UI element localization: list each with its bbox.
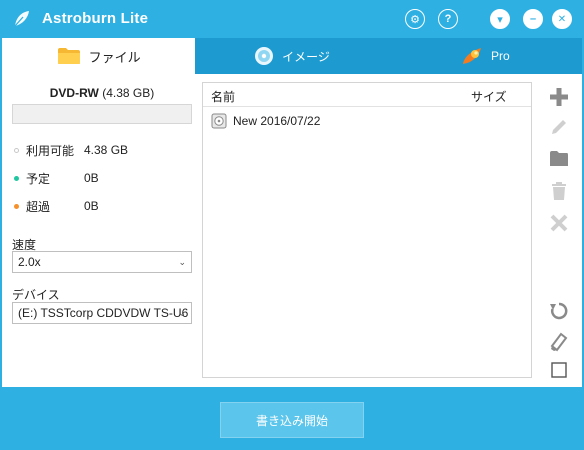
erase-button[interactable]	[546, 329, 572, 355]
device-label: デバイス	[12, 288, 60, 302]
remove-button[interactable]	[546, 210, 572, 236]
settings-button[interactable]: ⚙	[405, 9, 425, 29]
chevron-down-icon: ⌄	[178, 257, 186, 267]
device-select[interactable]: (E:) TSSTcorp CDDVDW TS-U6 ⌄	[12, 302, 192, 324]
close-icon: ✕	[557, 13, 567, 25]
help-icon: ?	[444, 13, 452, 25]
refresh-button[interactable]	[546, 298, 572, 324]
available-value: 4.38 GB	[84, 143, 129, 157]
pencil-icon	[552, 120, 566, 134]
disc-info: DVD-RW (4.38 GB)	[2, 86, 202, 100]
select-checkbox[interactable]	[546, 357, 572, 383]
trash-icon	[552, 182, 566, 200]
burn-start-button[interactable]: 書き込み開始	[220, 402, 364, 438]
new-folder-button[interactable]	[546, 146, 572, 172]
eraser-icon	[550, 332, 568, 352]
tab-image[interactable]: イメージ	[195, 38, 388, 74]
column-size[interactable]: サイズ	[471, 88, 507, 105]
flame-icon	[462, 48, 481, 64]
refresh-icon	[550, 302, 568, 320]
exceeded-dot-icon	[14, 203, 19, 209]
stat-planned: 予定 0B	[14, 171, 99, 186]
help-button[interactable]: ?	[438, 9, 458, 29]
available-dot-icon	[14, 147, 19, 153]
disc-image-icon	[211, 113, 227, 129]
list-item[interactable]: New 2016/07/22	[211, 111, 320, 131]
speed-value: 2.0x	[18, 255, 41, 269]
add-button[interactable]	[546, 84, 572, 110]
stat-exceeded: 超過 0B	[14, 199, 99, 214]
list-item-name: New 2016/07/22	[233, 114, 321, 128]
add-icon	[550, 88, 568, 106]
tab-pro-label: Pro	[490, 49, 510, 63]
close-button[interactable]: ✕	[552, 9, 572, 29]
capacity-bar	[12, 104, 192, 124]
planned-dot-icon	[14, 175, 19, 181]
delete-button[interactable]	[546, 178, 572, 204]
exceeded-label: 超過	[26, 199, 51, 214]
available-label: 利用可能	[26, 143, 75, 158]
menu-button[interactable]: ▾	[490, 9, 510, 29]
app-logo-icon	[14, 11, 29, 27]
disc-type: DVD-RW	[49, 86, 99, 100]
content-panel: DVD-RW (4.38 GB) 利用可能 4.38 GB 予定 0B 超過 0…	[2, 74, 582, 387]
chevron-down-icon: ▾	[497, 13, 503, 26]
tab-bar: ファイル イメージ Pro	[2, 38, 582, 74]
chevron-down-icon: ⌄	[178, 308, 186, 318]
device-value: (E:) TSSTcorp CDDVDW TS-U6	[18, 306, 189, 320]
app-title: Astroburn Lite	[42, 10, 149, 27]
tab-file-label: ファイル	[88, 49, 141, 65]
minimize-button[interactable]: –	[523, 9, 543, 29]
exceeded-value: 0B	[84, 199, 99, 213]
planned-label: 予定	[26, 171, 51, 186]
folder-icon	[57, 48, 80, 64]
minimize-icon: –	[529, 13, 537, 25]
column-name[interactable]: 名前	[211, 88, 235, 105]
stat-available: 利用可能 4.38 GB	[14, 143, 129, 158]
app-window: Astroburn Lite ⚙ ? ▾ – ✕ ファイル イメージ Pro D…	[0, 0, 584, 450]
title-bar: Astroburn Lite ⚙ ? ▾ – ✕	[0, 0, 584, 38]
checkbox-icon	[551, 362, 567, 378]
speed-select[interactable]: 2.0x ⌄	[12, 251, 192, 273]
edit-button[interactable]	[546, 114, 572, 140]
x-icon	[550, 214, 568, 232]
gear-icon: ⚙	[410, 13, 420, 26]
tab-image-label: イメージ	[282, 49, 330, 64]
tab-file[interactable]: ファイル	[2, 38, 196, 74]
disc-icon	[255, 47, 274, 65]
file-list[interactable]: 名前 サイズ New 2016/07/22	[202, 82, 532, 378]
folder-icon	[550, 151, 568, 166]
disc-size: (4.38 GB)	[102, 86, 155, 100]
planned-value: 0B	[84, 171, 99, 185]
file-list-header: 名前 サイズ	[203, 83, 531, 107]
tab-pro[interactable]: Pro	[389, 38, 582, 74]
